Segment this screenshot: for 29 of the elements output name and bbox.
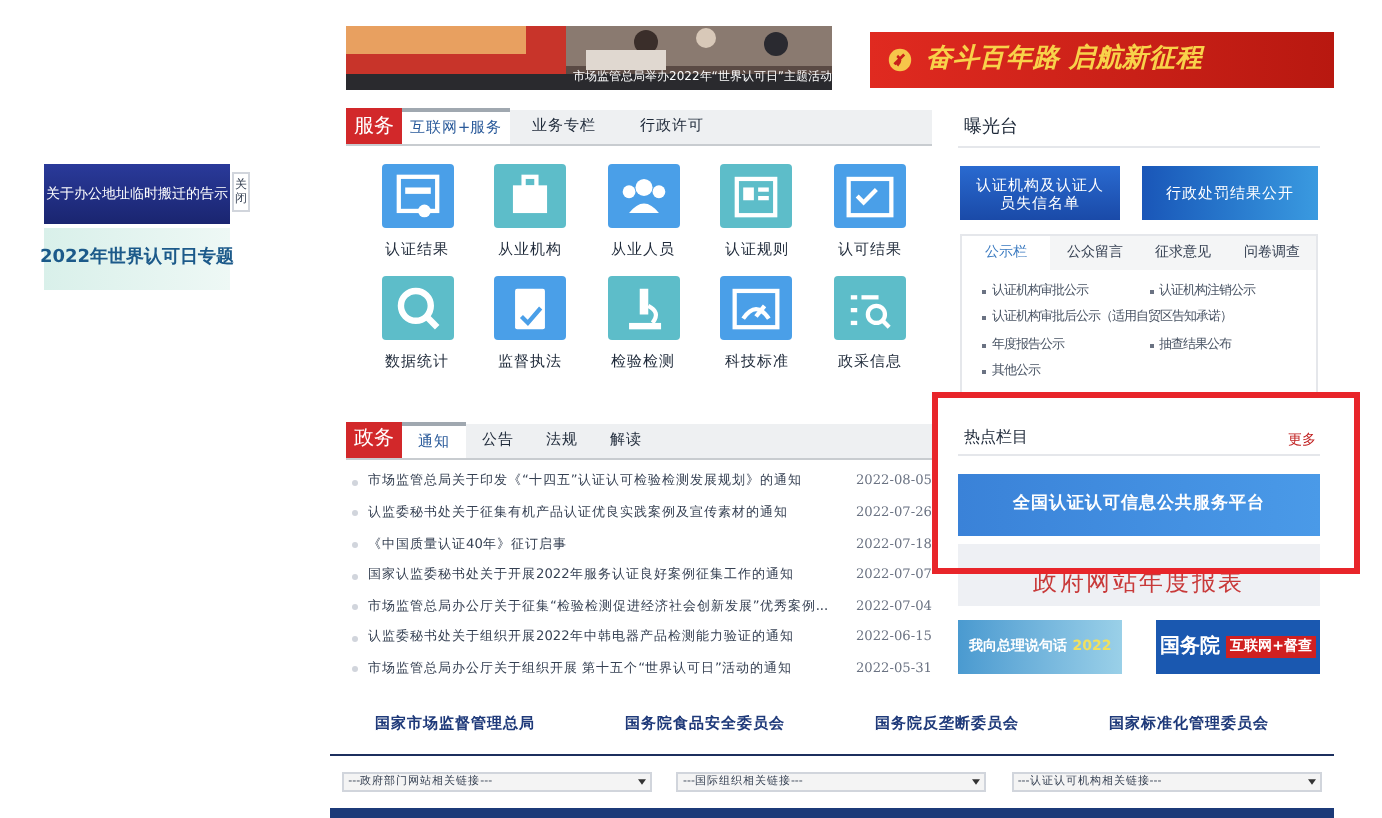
banner-text: 国务院 [1160,633,1221,662]
bullet-icon [352,573,358,580]
notice-link[interactable]: 2022年世界认可日专题 [44,228,230,290]
microscope-icon[interactable] [607,276,680,341]
bullet-icon [352,666,358,673]
id-card-icon[interactable] [720,164,793,228]
emblem-icon [886,46,914,74]
section-badge: 服务 [346,108,402,144]
people-icon[interactable] [607,164,680,228]
briefcase-icon[interactable] [494,164,567,228]
dropdown-arrow-icon [972,777,981,786]
bullet-icon [352,541,358,548]
certificate-icon[interactable] [381,164,453,228]
bullet-icon [352,479,358,486]
banner-slogan: 奋斗百年路 启航新征程 [926,41,1203,79]
dropdown-arrow-icon [1307,777,1316,786]
bullet-icon [352,510,358,517]
section-title: 曝光台 [958,116,1320,148]
bullet-icon [352,635,358,642]
magnifier-icon[interactable] [381,276,453,341]
section-title: 热点栏目 [964,426,1028,450]
dropdown-arrow-icon [638,777,647,786]
clipboard-icon[interactable] [494,276,567,341]
section-badge: 政务 [346,421,402,457]
list-search-icon[interactable] [833,276,906,341]
checklist-icon[interactable] [833,164,906,228]
platform-banner[interactable]: 全国认证认可信息公共服务平台 [958,474,1320,536]
gauge-icon[interactable] [720,276,793,341]
bullet-icon [352,604,358,611]
